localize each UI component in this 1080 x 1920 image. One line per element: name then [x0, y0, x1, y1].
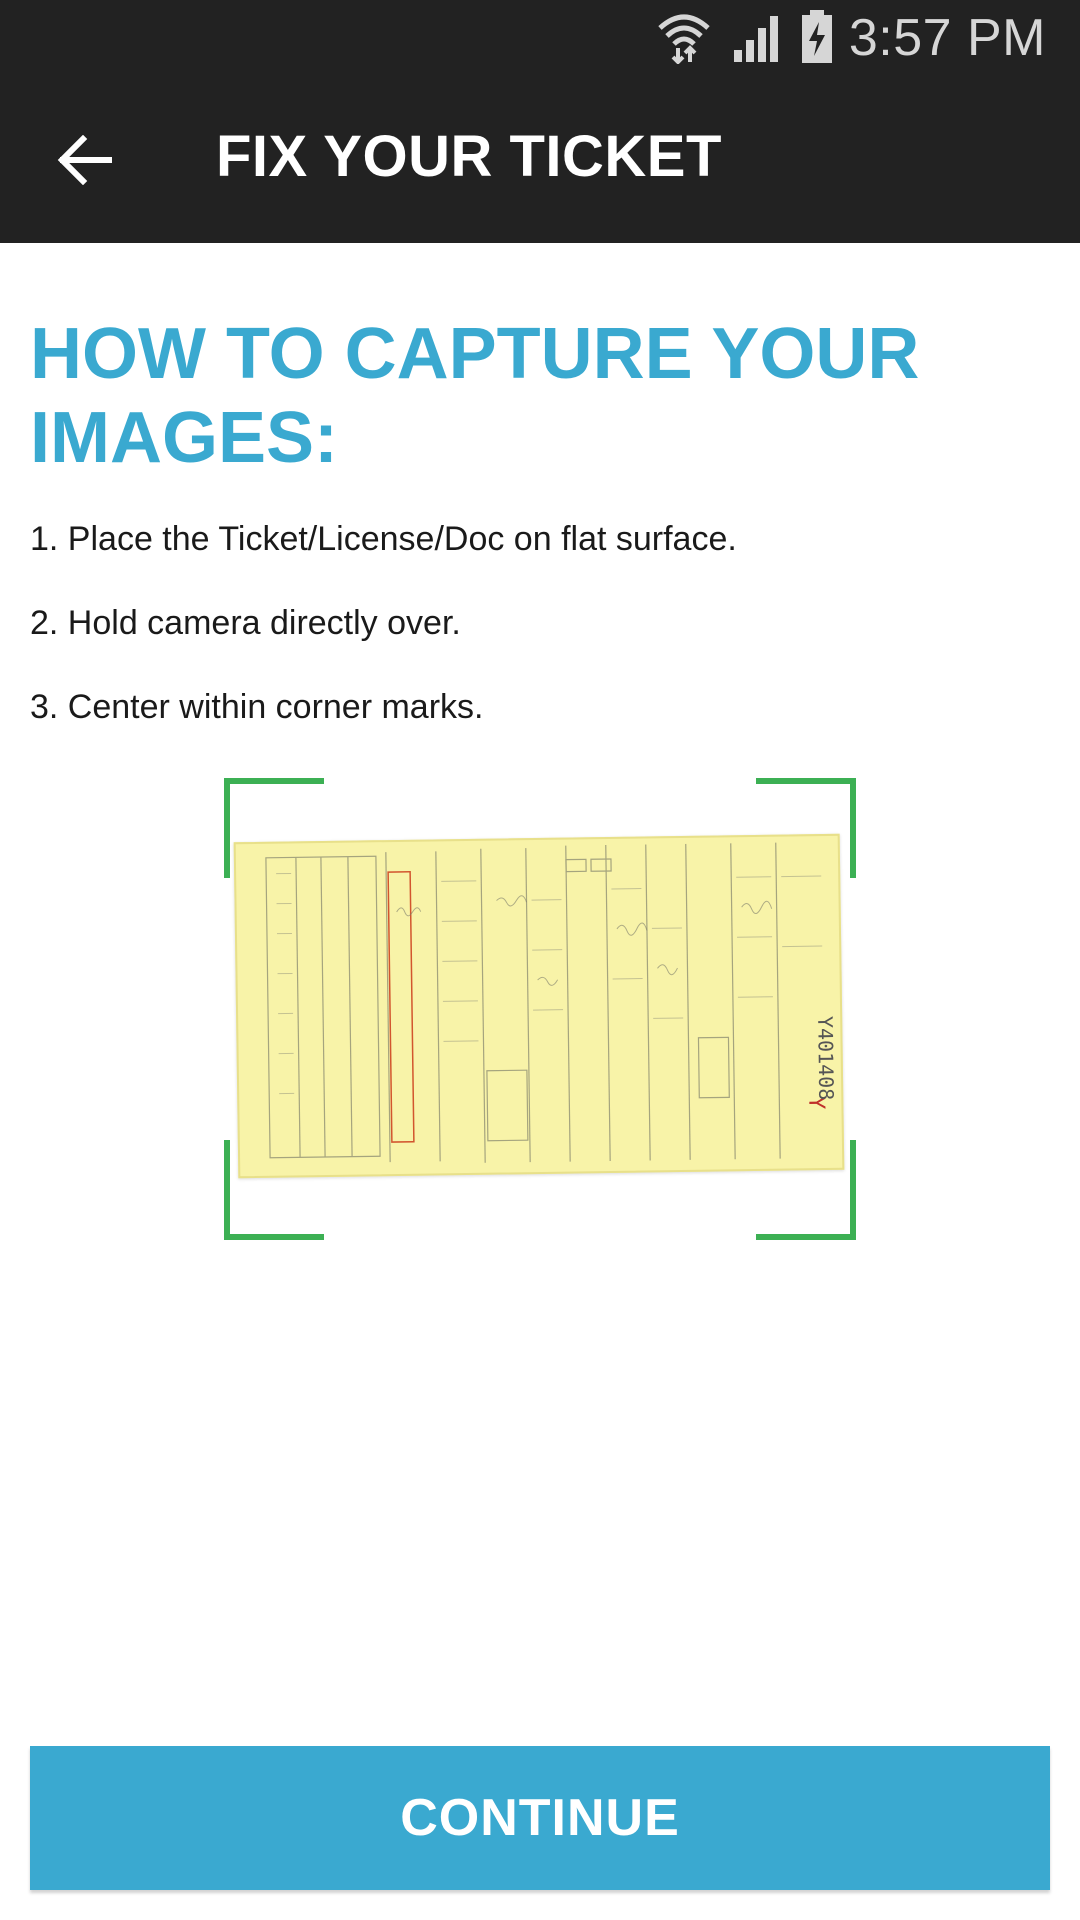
wifi-icon	[658, 14, 710, 64]
instructions-heading: HOW TO CAPTURE YOUR IMAGES:	[30, 314, 920, 478]
ticket-sample-image: Y Y401408	[233, 833, 845, 1179]
back-button[interactable]	[40, 115, 130, 205]
signal-icon	[734, 16, 778, 62]
instruction-step: 2. Hold camera directly over.	[30, 604, 461, 642]
instruction-step: 1. Place the Ticket/License/Doc on flat …	[30, 520, 737, 558]
status-bar: 3:57 PM	[0, 0, 1080, 75]
instruction-step: 3. Center within corner marks.	[30, 688, 484, 726]
battery-charging-icon	[802, 10, 832, 63]
ticket-number: Y401408	[813, 1016, 838, 1101]
app-bar: FIX YOUR TICKET	[0, 75, 1080, 243]
continue-button-label: CONTINUE	[400, 1789, 680, 1847]
status-time: 3:57 PM	[848, 9, 1046, 67]
continue-button[interactable]: CONTINUE	[30, 1746, 1050, 1890]
page-title: FIX YOUR TICKET	[216, 124, 722, 189]
capture-example-frame: Y Y401408	[224, 778, 856, 1240]
arrow-left-icon	[57, 135, 112, 185]
